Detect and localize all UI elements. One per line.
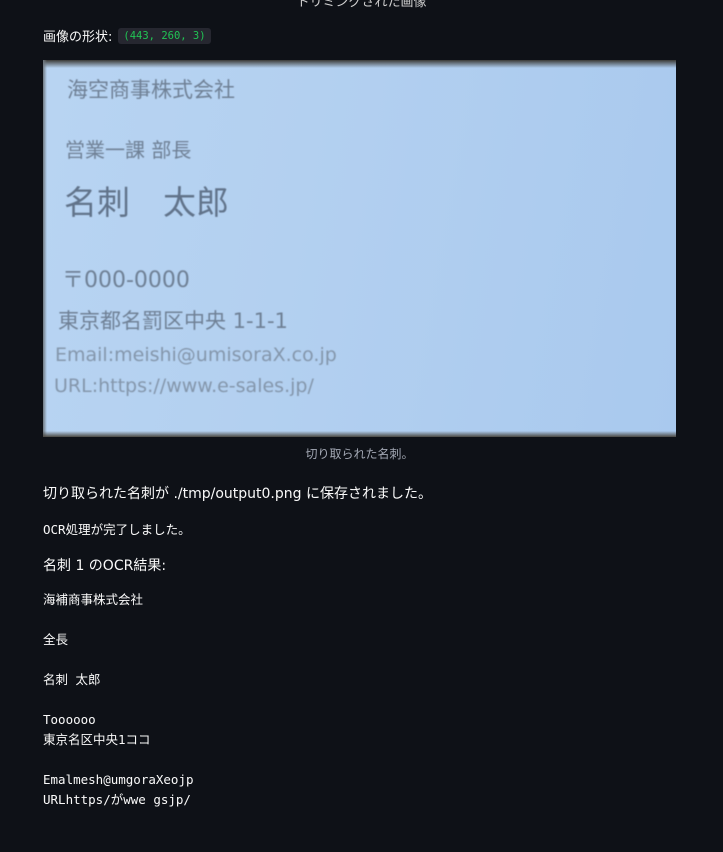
card-edge-shadow — [43, 60, 47, 437]
card-email: Email:meishi@umisoraX.co.jp — [55, 344, 337, 366]
ocr-result-text: 海補商事株式会社 全長 名刺 太郎 Toooooo 東京名区中央1ココ Emal… — [43, 592, 194, 807]
image-shape-label: 画像の形状: — [43, 30, 113, 45]
card-department: 営業一課 部長 — [65, 138, 192, 162]
business-card-image: 海空商事株式会社 営業一課 部長 名刺 太郎 〒000-0000 東京都名罰区中… — [43, 60, 676, 437]
card-address: 東京都名罰区中央 1-1-1 — [58, 309, 288, 333]
clipped-heading: トリミングされた画像 — [296, 0, 427, 10]
card-url: URL:https://www.e-sales.jp/ — [54, 375, 314, 397]
app-page: トリミングされた画像 画像の形状: (443, 260, 3) 海空商事株式会社… — [0, 0, 723, 852]
card-person-name: 名刺 太郎 — [64, 183, 229, 222]
card-postal-code: 〒000-0000 — [62, 268, 190, 293]
card-company: 海空商事株式会社 — [67, 78, 235, 102]
image-shape-code: (443, 260, 3) — [118, 27, 211, 44]
saved-message: 切り取られた名刺が ./tmp/output0.png に保存されました。 — [43, 486, 432, 502]
image-shape-line: 画像の形状: (443, 260, 3) — [43, 26, 211, 45]
image-caption: 切り取られた名刺。 — [305, 447, 414, 461]
ocr-status: OCR処理が完了しました。 — [43, 522, 191, 537]
ocr-result-heading: 名刺 1 のOCR結果: — [43, 558, 167, 574]
